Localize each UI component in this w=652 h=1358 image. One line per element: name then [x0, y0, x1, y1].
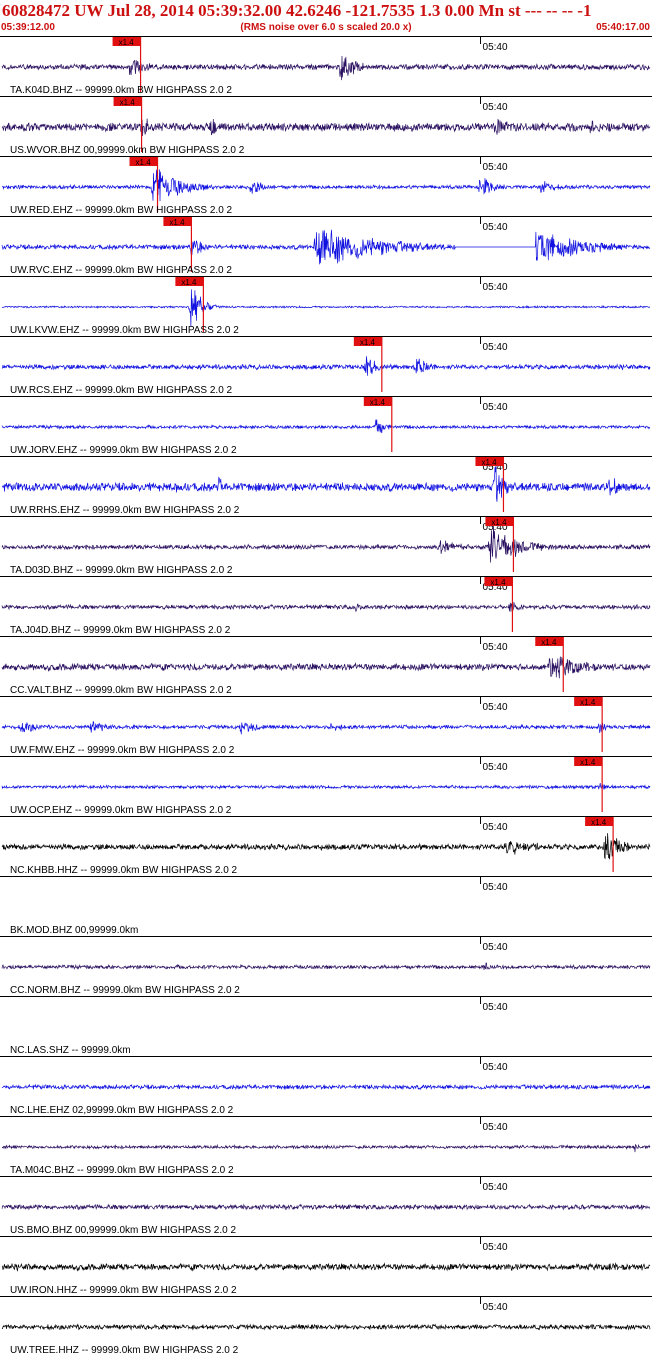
waveform-trace — [1, 833, 651, 860]
end-time: 05:40:17.00 — [596, 22, 650, 33]
minute-tick-label: 05:40 — [483, 222, 508, 233]
minute-tick-label: 05:40 — [483, 1002, 508, 1013]
station-label: BK.MOD.BHZ 00,99999.0km — [10, 925, 138, 936]
minute-tick-label: 05:40 — [483, 1122, 508, 1133]
station-label: NC.LHE.EHZ 02,99999.0km BW HIGHPASS 2.0 … — [10, 1105, 234, 1116]
minute-tick-label: 05:40 — [483, 102, 508, 113]
waveform-trace — [1, 289, 651, 327]
waveform-trace — [1, 118, 651, 137]
pick-label: x1.4 — [136, 158, 152, 167]
station-label: CC.NORM.BHZ -- 99999.0km BW HIGHPASS 2.0… — [10, 985, 240, 996]
noise-subtitle: (RMS noise over 6.0 s scaled 20.0 x) — [240, 22, 412, 33]
plot-header: 60828472 UW Jul 28, 2014 05:39:32.00 42.… — [0, 0, 652, 36]
station-label: TA.J04D.BHZ -- 99999.0km BW HIGHPASS 2.0… — [10, 625, 231, 636]
station-label: UW.RVC.EHZ -- 99999.0km BW HIGHPASS 2.0 … — [10, 265, 232, 276]
pick-label: x1.4 — [491, 518, 507, 527]
waveform-trace — [1, 602, 651, 613]
station-label: UW.RED.EHZ -- 99999.0km BW HIGHPASS 2.0 … — [10, 205, 233, 216]
waveform-trace — [1, 169, 651, 202]
minute-tick-label: 05:40 — [483, 402, 508, 413]
station-label: US.BMO.BHZ 00,99999.0km BW HIGHPASS 2.0 … — [10, 1225, 236, 1236]
pick-label: x1.4 — [580, 698, 596, 707]
station-label: TA.K04D.BHZ -- 99999.0km BW HIGHPASS 2.0… — [10, 85, 232, 96]
minute-tick-label: 05:40 — [483, 342, 508, 353]
waveform-trace — [1, 229, 651, 265]
pick-label: x1.4 — [591, 818, 607, 827]
station-label: NC.KHBB.HHZ -- 99999.0km BW HIGHPASS 2.0… — [10, 865, 238, 876]
station-label: TA.M04C.BHZ -- 99999.0km BW HIGHPASS 2.0… — [10, 1165, 234, 1176]
waveform-trace — [1, 720, 651, 735]
waveform-trace — [1, 1143, 651, 1153]
station-label: UW.TREE.HHZ -- 99999.0km BW HIGHPASS 2.0… — [10, 1345, 239, 1356]
minute-tick-label: 05:40 — [483, 882, 508, 893]
waveform-trace — [1, 55, 651, 81]
station-label: UW.OCP.EHZ -- 99999.0km BW HIGHPASS 2.0 … — [10, 805, 232, 816]
pick-label: x1.4 — [169, 218, 185, 227]
minute-tick-label: 05:40 — [483, 822, 508, 833]
waveform-trace — [1, 464, 651, 502]
pick-label: x1.4 — [120, 98, 136, 107]
station-label: UW.RCS.EHZ -- 99999.0km BW HIGHPASS 2.0 … — [10, 385, 233, 396]
minute-tick-label: 05:40 — [483, 282, 508, 293]
station-label: US.WVOR.BHZ 00,99999.0km BW HIGHPASS 2.0… — [10, 145, 245, 156]
waveform-trace — [1, 656, 651, 679]
minute-tick-label: 05:40 — [483, 1242, 508, 1253]
pick-label: x1.4 — [119, 38, 135, 47]
minute-tick-label: 05:40 — [483, 942, 508, 953]
minute-tick-label: 05:40 — [483, 702, 508, 713]
pick-label: x1.4 — [580, 758, 596, 767]
minute-tick-label: 05:40 — [483, 1302, 508, 1313]
waveform-trace — [1, 1323, 651, 1331]
waveform-trace — [1, 419, 651, 434]
station-label: TA.D03D.BHZ -- 99999.0km BW HIGHPASS 2.0… — [10, 565, 233, 576]
station-label: CC.VALT.BHZ -- 99999.0km BW HIGHPASS 2.0… — [10, 685, 232, 696]
pick-label: x1.4 — [370, 398, 386, 407]
pick-label: x1.4 — [481, 458, 497, 467]
minute-tick-label: 05:40 — [483, 1182, 508, 1193]
minute-tick-label: 05:40 — [483, 42, 508, 53]
waveform-trace — [1, 782, 651, 791]
station-label: UW.IRON.HHZ -- 99999.0km BW HIGHPASS 2.0… — [10, 1285, 237, 1296]
pick-label: x1.4 — [360, 338, 376, 347]
waveform-trace — [1, 962, 651, 971]
minute-tick-label: 05:40 — [483, 162, 508, 173]
seismogram-plot: 05:40 x1.4 TA.K04D.BHZ -- 99999.0km BW HIG… — [0, 36, 652, 1356]
waveform-trace — [1, 356, 651, 376]
event-title: 60828472 UW Jul 28, 2014 05:39:32.00 42.… — [2, 1, 592, 20]
station-label: UW.LKVW.EHZ -- 99999.0km BW HIGHPASS 2.0… — [10, 325, 239, 336]
minute-tick-label: 05:40 — [483, 1062, 508, 1073]
minute-tick-label: 05:40 — [483, 762, 508, 773]
pick-label: x1.4 — [490, 578, 506, 587]
pick-label: x1.4 — [181, 278, 197, 287]
waveform-trace — [1, 525, 651, 563]
station-label: UW.JORV.EHZ -- 99999.0km BW HIGHPASS 2.0… — [10, 445, 237, 456]
minute-tick-label: 05:40 — [483, 642, 508, 653]
waveform-trace — [1, 1083, 651, 1091]
waveform-trace — [1, 1262, 651, 1272]
station-label: UW.FMW.EHZ -- 99999.0km BW HIGHPASS 2.0 … — [10, 745, 235, 756]
station-label: NC.LAS.SHZ -- 99999.0km — [10, 1045, 131, 1056]
station-label: UW.RRHS.EHZ -- 99999.0km BW HIGHPASS 2.0… — [10, 505, 240, 516]
waveform-trace — [1, 1203, 651, 1211]
pick-label: x1.4 — [541, 638, 557, 647]
